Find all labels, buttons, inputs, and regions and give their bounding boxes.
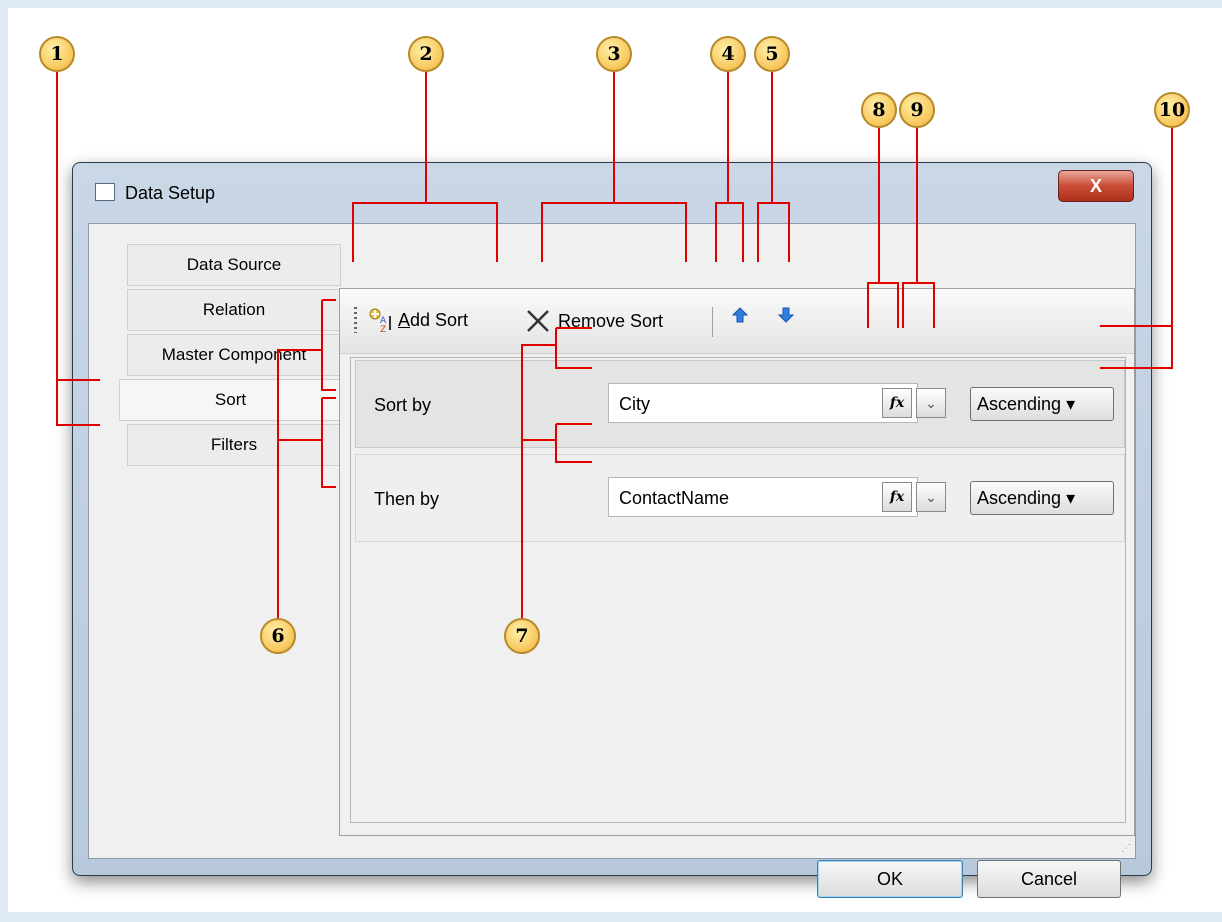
- remove-sort-button[interactable]: Remove Sort: [524, 307, 663, 335]
- sort-panel: A Z Add Sort Remove Sort Sort by City fx…: [339, 288, 1135, 836]
- data-setup-dialog: Data Setup X Data Source Relation Master…: [72, 162, 1152, 898]
- sort-field-input[interactable]: ContactName: [608, 477, 918, 517]
- toolbar-separator: [712, 307, 713, 337]
- sort-order-select[interactable]: Ascending ▾: [970, 387, 1114, 421]
- add-sort-label: Add Sort: [398, 309, 469, 330]
- callout-badge-6: 6: [260, 618, 296, 654]
- expression-editor-button[interactable]: fx: [882, 388, 912, 418]
- field-dropdown-button[interactable]: ⌄: [916, 482, 946, 512]
- sort-order-select[interactable]: Ascending ▾: [970, 481, 1114, 515]
- close-button[interactable]: X: [1058, 170, 1134, 202]
- sort-row-label: Sort by: [374, 395, 432, 415]
- callout-badge-3: 3: [596, 36, 632, 72]
- sort-row-label: Then by: [374, 489, 440, 509]
- sort-order-value: Ascending: [977, 488, 1062, 508]
- resize-grip-icon[interactable]: ⋰: [1121, 843, 1131, 854]
- callout-badge-7: 7: [504, 618, 540, 654]
- callout-badge-1: 1: [39, 36, 75, 72]
- callout-badge-4: 4: [710, 36, 746, 72]
- ok-button[interactable]: OK: [817, 860, 963, 898]
- cancel-button[interactable]: Cancel: [977, 860, 1121, 898]
- sort-row[interactable]: Sort by City fx ⌄ Ascending ▾: [355, 360, 1125, 448]
- arrow-up-icon: [732, 307, 748, 323]
- field-dropdown-button[interactable]: ⌄: [916, 388, 946, 418]
- dialog-client-area: Data Source Relation Master Component So…: [88, 223, 1136, 898]
- sort-field-input[interactable]: City: [608, 383, 918, 423]
- add-sort-icon: A Z: [369, 308, 391, 333]
- tab-master-component[interactable]: Master Component: [127, 334, 341, 376]
- arrow-down-icon: [778, 307, 794, 323]
- chevron-down-icon: ▾: [1066, 394, 1076, 414]
- tab-sort[interactable]: Sort: [119, 379, 341, 421]
- move-down-button[interactable]: [778, 307, 794, 323]
- add-sort-button[interactable]: A Z Add Sort: [368, 307, 468, 333]
- expression-editor-button[interactable]: fx: [882, 482, 912, 512]
- sort-rows-area: Sort by City fx ⌄ Ascending ▾ Then by Co…: [350, 357, 1126, 823]
- tab-filters[interactable]: Filters: [127, 424, 341, 466]
- sort-toolbar: A Z Add Sort Remove Sort: [340, 289, 1134, 354]
- dialog-title: Data Setup: [125, 183, 216, 203]
- callout-badge-9: 9: [899, 92, 935, 128]
- callout-badge-10: 10: [1154, 92, 1190, 128]
- sort-order-value: Ascending: [977, 394, 1062, 414]
- chevron-down-icon: ▾: [1066, 488, 1076, 508]
- tab-data-source[interactable]: Data Source: [127, 244, 341, 286]
- dialog-app-icon: [95, 183, 115, 201]
- remove-icon: [527, 310, 549, 332]
- tab-relation[interactable]: Relation: [127, 289, 341, 331]
- remove-sort-label: Remove Sort: [558, 310, 664, 331]
- move-up-button[interactable]: [732, 307, 748, 323]
- callout-badge-2: 2: [408, 36, 444, 72]
- svg-text:Z: Z: [380, 325, 386, 333]
- sort-row[interactable]: Then by ContactName fx ⌄ Ascending ▾: [355, 454, 1125, 542]
- toolbar-grip[interactable]: [354, 307, 357, 333]
- callout-badge-5: 5: [754, 36, 790, 72]
- callout-badge-8: 8: [861, 92, 897, 128]
